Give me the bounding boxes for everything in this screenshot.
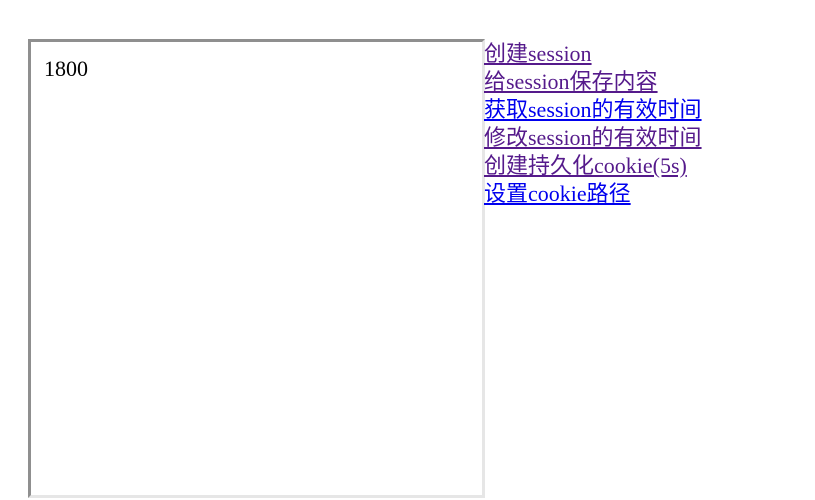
link-modify-session-timeout[interactable]: 修改session的有效时间 — [484, 124, 702, 152]
link-create-persistent-cookie[interactable]: 创建持久化cookie(5s) — [484, 152, 687, 180]
link-get-session-timeout[interactable]: 获取session的有效时间 — [484, 96, 702, 124]
content-iframe[interactable]: 1800 — [28, 39, 485, 498]
iframe-output-text: 1800 — [44, 56, 88, 81]
link-list: 创建session 给session保存内容 获取session的有效时间 修改… — [484, 40, 702, 208]
link-create-session[interactable]: 创建session — [484, 40, 592, 68]
link-save-session-content[interactable]: 给session保存内容 — [484, 68, 658, 96]
link-set-cookie-path[interactable]: 设置cookie路径 — [484, 180, 631, 208]
